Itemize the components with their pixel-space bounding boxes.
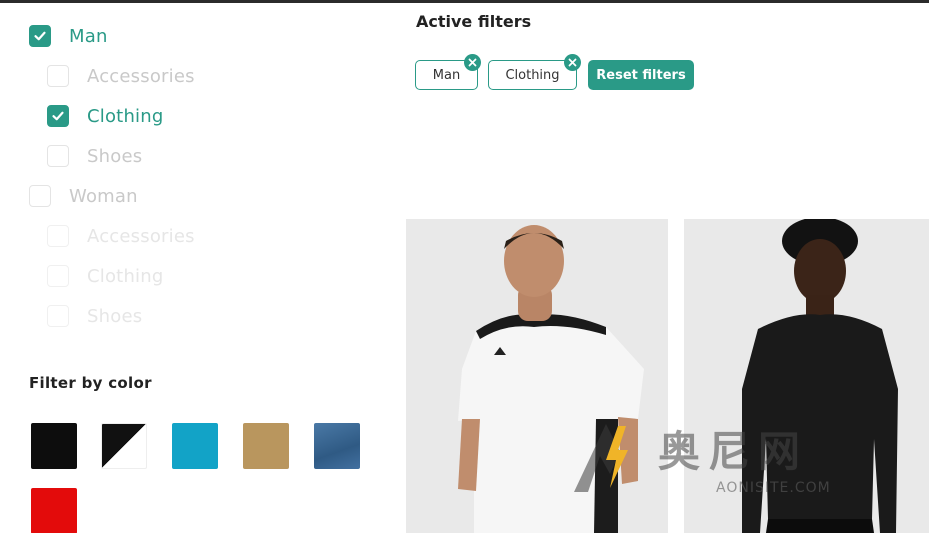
checkbox-icon[interactable] [47,305,69,327]
category-label: Shoes [87,305,143,327]
category-woman[interactable]: Woman [29,185,138,207]
checkbox-checked-icon[interactable] [47,105,69,127]
checkbox-icon[interactable] [29,185,51,207]
color-filter-title: Filter by color [29,374,152,392]
checkbox-icon[interactable] [47,145,69,167]
category-label: Shoes [87,145,143,167]
checkbox-icon[interactable] [47,225,69,247]
watermark-text: 奥尼网 [658,427,809,476]
category-label: Man [69,25,108,47]
category-man-accessories[interactable]: Accessories [47,65,195,87]
category-woman-shoes[interactable]: Shoes [47,305,142,327]
reset-filters-button[interactable]: Reset filters [588,60,694,90]
category-man[interactable]: Man [29,25,108,47]
watermark-subtext: AONISITE.COM [716,480,831,496]
category-label: Accessories [87,65,195,87]
remove-filter-icon[interactable] [564,54,581,71]
category-woman-accessories[interactable]: Accessories [47,225,195,247]
category-woman-clothing[interactable]: Clothing [47,265,163,287]
swatch-blue[interactable] [172,423,218,469]
active-filters-title: Active filters [416,12,532,31]
category-man-clothing[interactable]: Clothing [47,105,163,127]
remove-filter-icon[interactable] [464,54,481,71]
swatch-black-white[interactable] [101,423,147,469]
swatch-denim[interactable] [314,423,360,469]
chip-label: Man [432,67,461,83]
swatch-red[interactable] [31,488,77,533]
category-label: Clothing [87,265,164,287]
category-label: Accessories [87,225,195,247]
top-border [0,0,929,3]
category-label: Clothing [87,105,164,127]
category-man-shoes[interactable]: Shoes [47,145,142,167]
swatch-beige[interactable] [243,423,289,469]
category-label: Woman [69,185,138,207]
checkbox-checked-icon[interactable] [29,25,51,47]
checkbox-icon[interactable] [47,65,69,87]
chip-label: Clothing [505,67,560,83]
swatch-black[interactable] [31,423,77,469]
checkbox-icon[interactable] [47,265,69,287]
watermark-logo-icon [574,424,628,492]
